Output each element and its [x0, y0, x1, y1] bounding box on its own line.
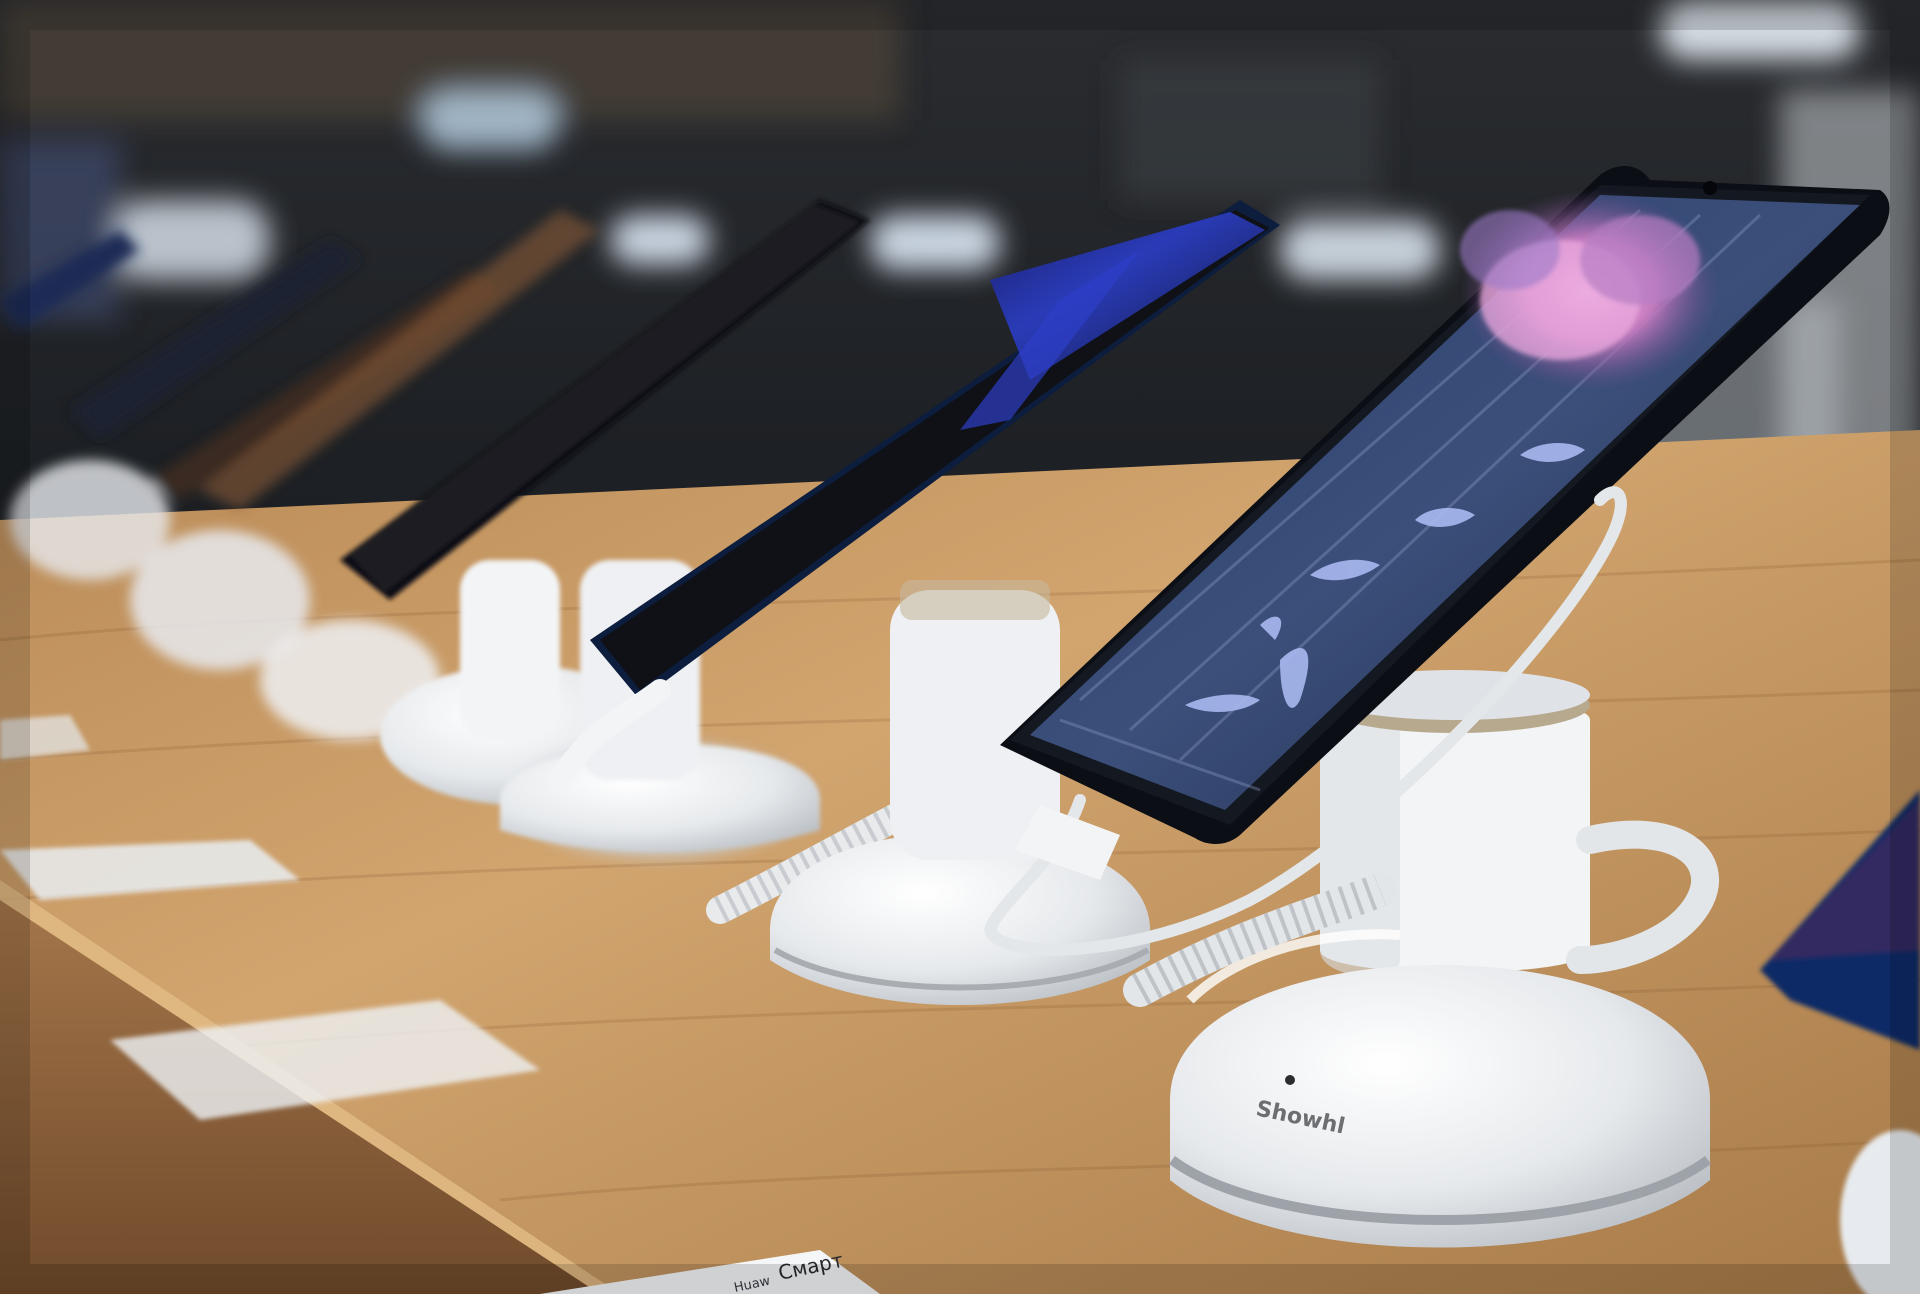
scene-drawing: Смарт Huaw Showhl: [0, 0, 1920, 1294]
photo-scene: Смарт Huaw Showhl: [0, 0, 1920, 1294]
